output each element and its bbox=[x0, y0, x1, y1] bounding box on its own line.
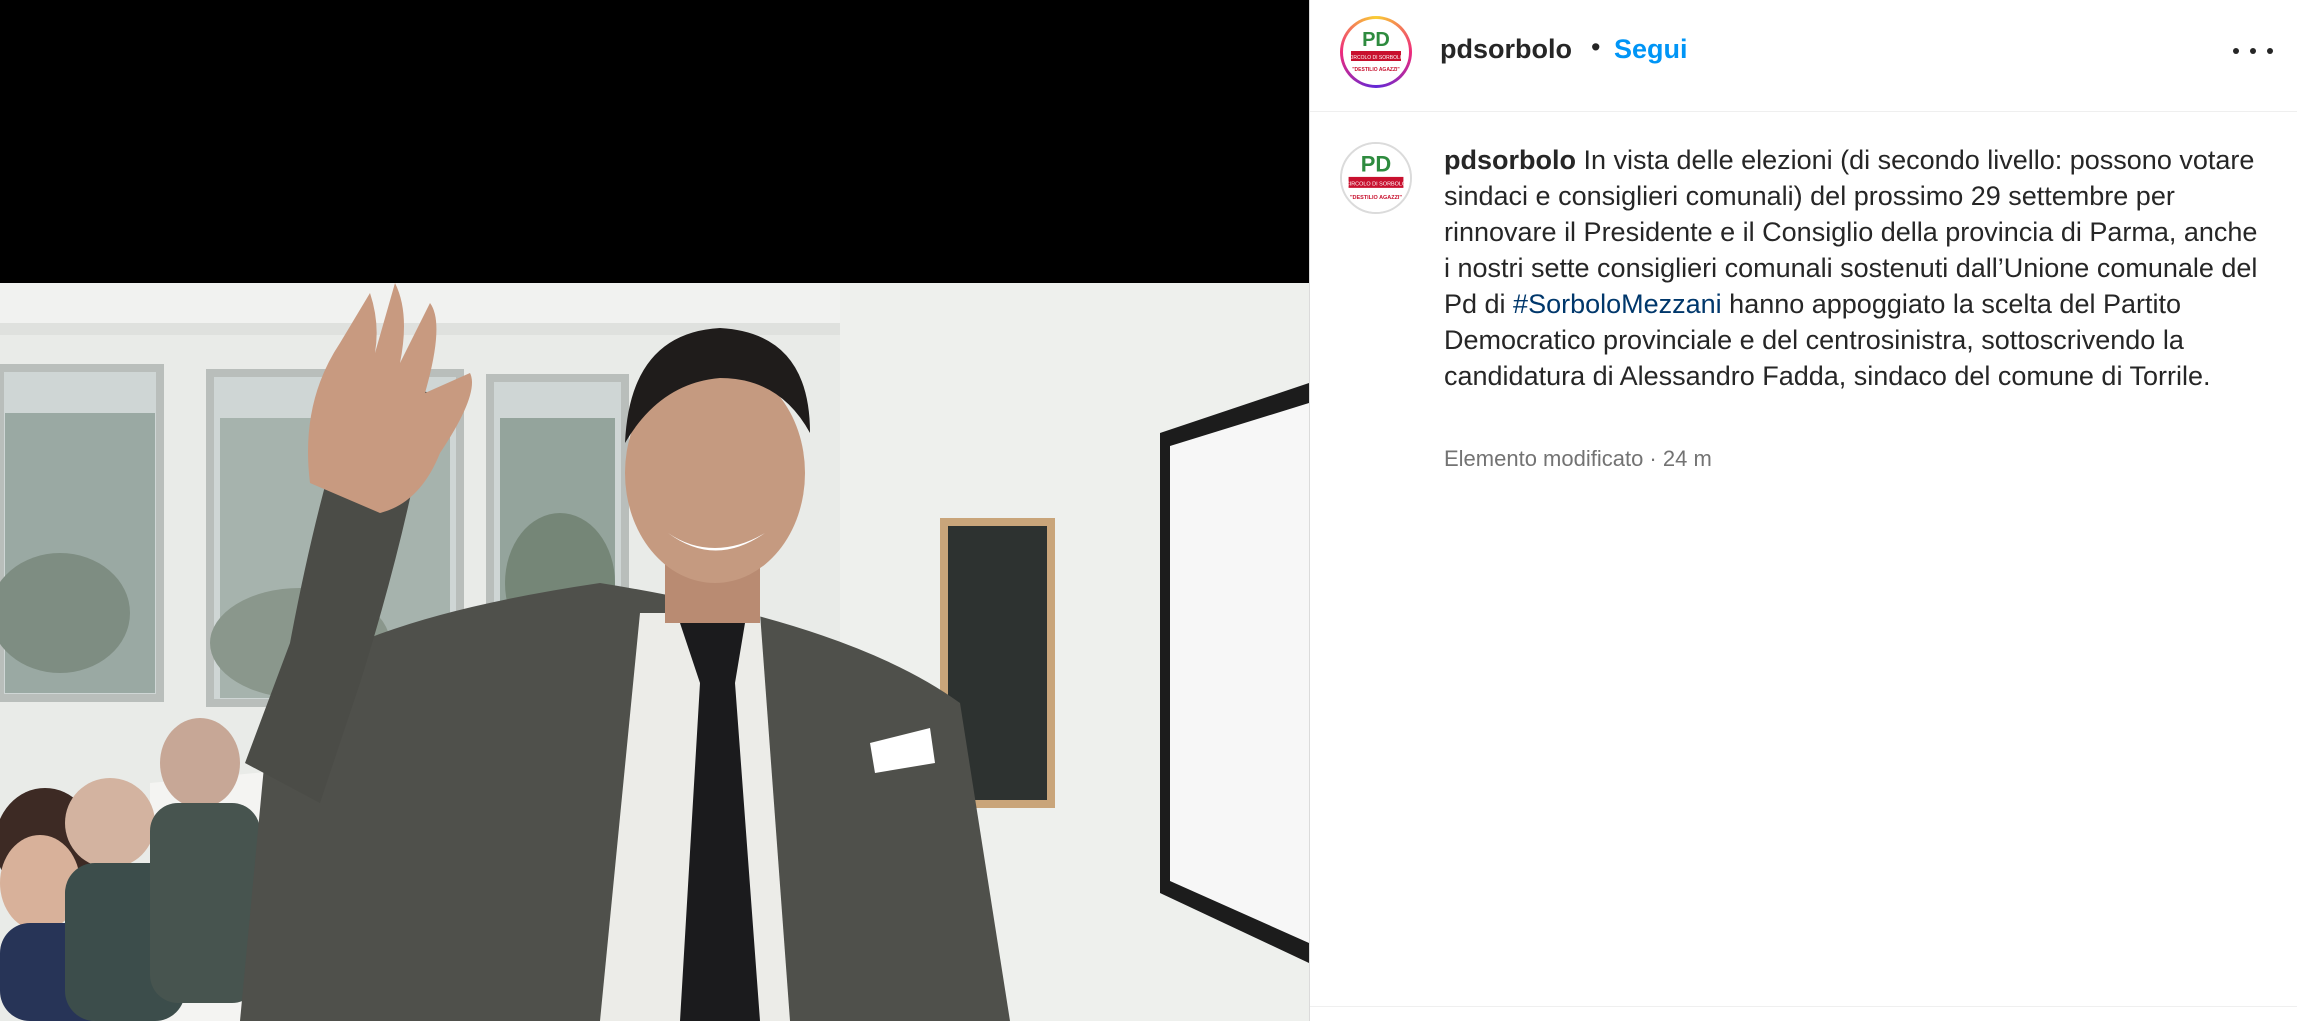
dot bbox=[2250, 48, 2256, 54]
hashtag-link[interactable]: #SorboloMezzani bbox=[1513, 289, 1722, 319]
post-photo bbox=[0, 283, 1309, 1021]
follow-button[interactable]: Segui bbox=[1614, 34, 1688, 65]
svg-text:CIRCOLO DI SORBOLO: CIRCOLO DI SORBOLO bbox=[1348, 55, 1403, 61]
post-media[interactable] bbox=[0, 0, 1309, 1021]
post-sidebar: PD CIRCOLO DI SORBOLO "DESTILIO AGAZZI" … bbox=[1309, 0, 2297, 1021]
divider bbox=[1310, 1006, 2297, 1007]
pd-logo-icon: PD CIRCOLO DI SORBOLO "DESTILIO AGAZZI" bbox=[1345, 21, 1407, 83]
svg-text:"DESTILIO AGAZZI": "DESTILIO AGAZZI" bbox=[1350, 195, 1402, 201]
author-username[interactable]: pdsorbolo bbox=[1440, 34, 1572, 65]
caption-author-avatar[interactable]: PD CIRCOLO DI SORBOLO "DESTILIO AGAZZI" bbox=[1340, 142, 1412, 214]
post-header: PD CIRCOLO DI SORBOLO "DESTILIO AGAZZI" … bbox=[1310, 0, 2297, 112]
caption-username[interactable]: pdsorbolo bbox=[1444, 145, 1576, 175]
svg-text:PD: PD bbox=[1362, 29, 1390, 51]
caption-text: pdsorbolo In vista delle elezioni (di se… bbox=[1444, 142, 2264, 394]
dot bbox=[2267, 48, 2273, 54]
more-options-icon[interactable] bbox=[2233, 36, 2273, 66]
author-avatar[interactable]: PD CIRCOLO DI SORBOLO "DESTILIO AGAZZI" bbox=[1340, 16, 1412, 88]
dot bbox=[2233, 48, 2239, 54]
edited-timestamp: Elemento modificato · 24 m bbox=[1444, 446, 1712, 471]
svg-text:PD: PD bbox=[1361, 151, 1391, 176]
separator-dot: • bbox=[1591, 32, 1601, 62]
pd-logo-icon: PD CIRCOLO DI SORBOLO "DESTILIO AGAZZI" bbox=[1342, 144, 1410, 212]
svg-text:"DESTILIO AGAZZI": "DESTILIO AGAZZI" bbox=[1352, 67, 1400, 73]
svg-text:CIRCOLO DI SORBOLO: CIRCOLO DI SORBOLO bbox=[1346, 182, 1406, 188]
